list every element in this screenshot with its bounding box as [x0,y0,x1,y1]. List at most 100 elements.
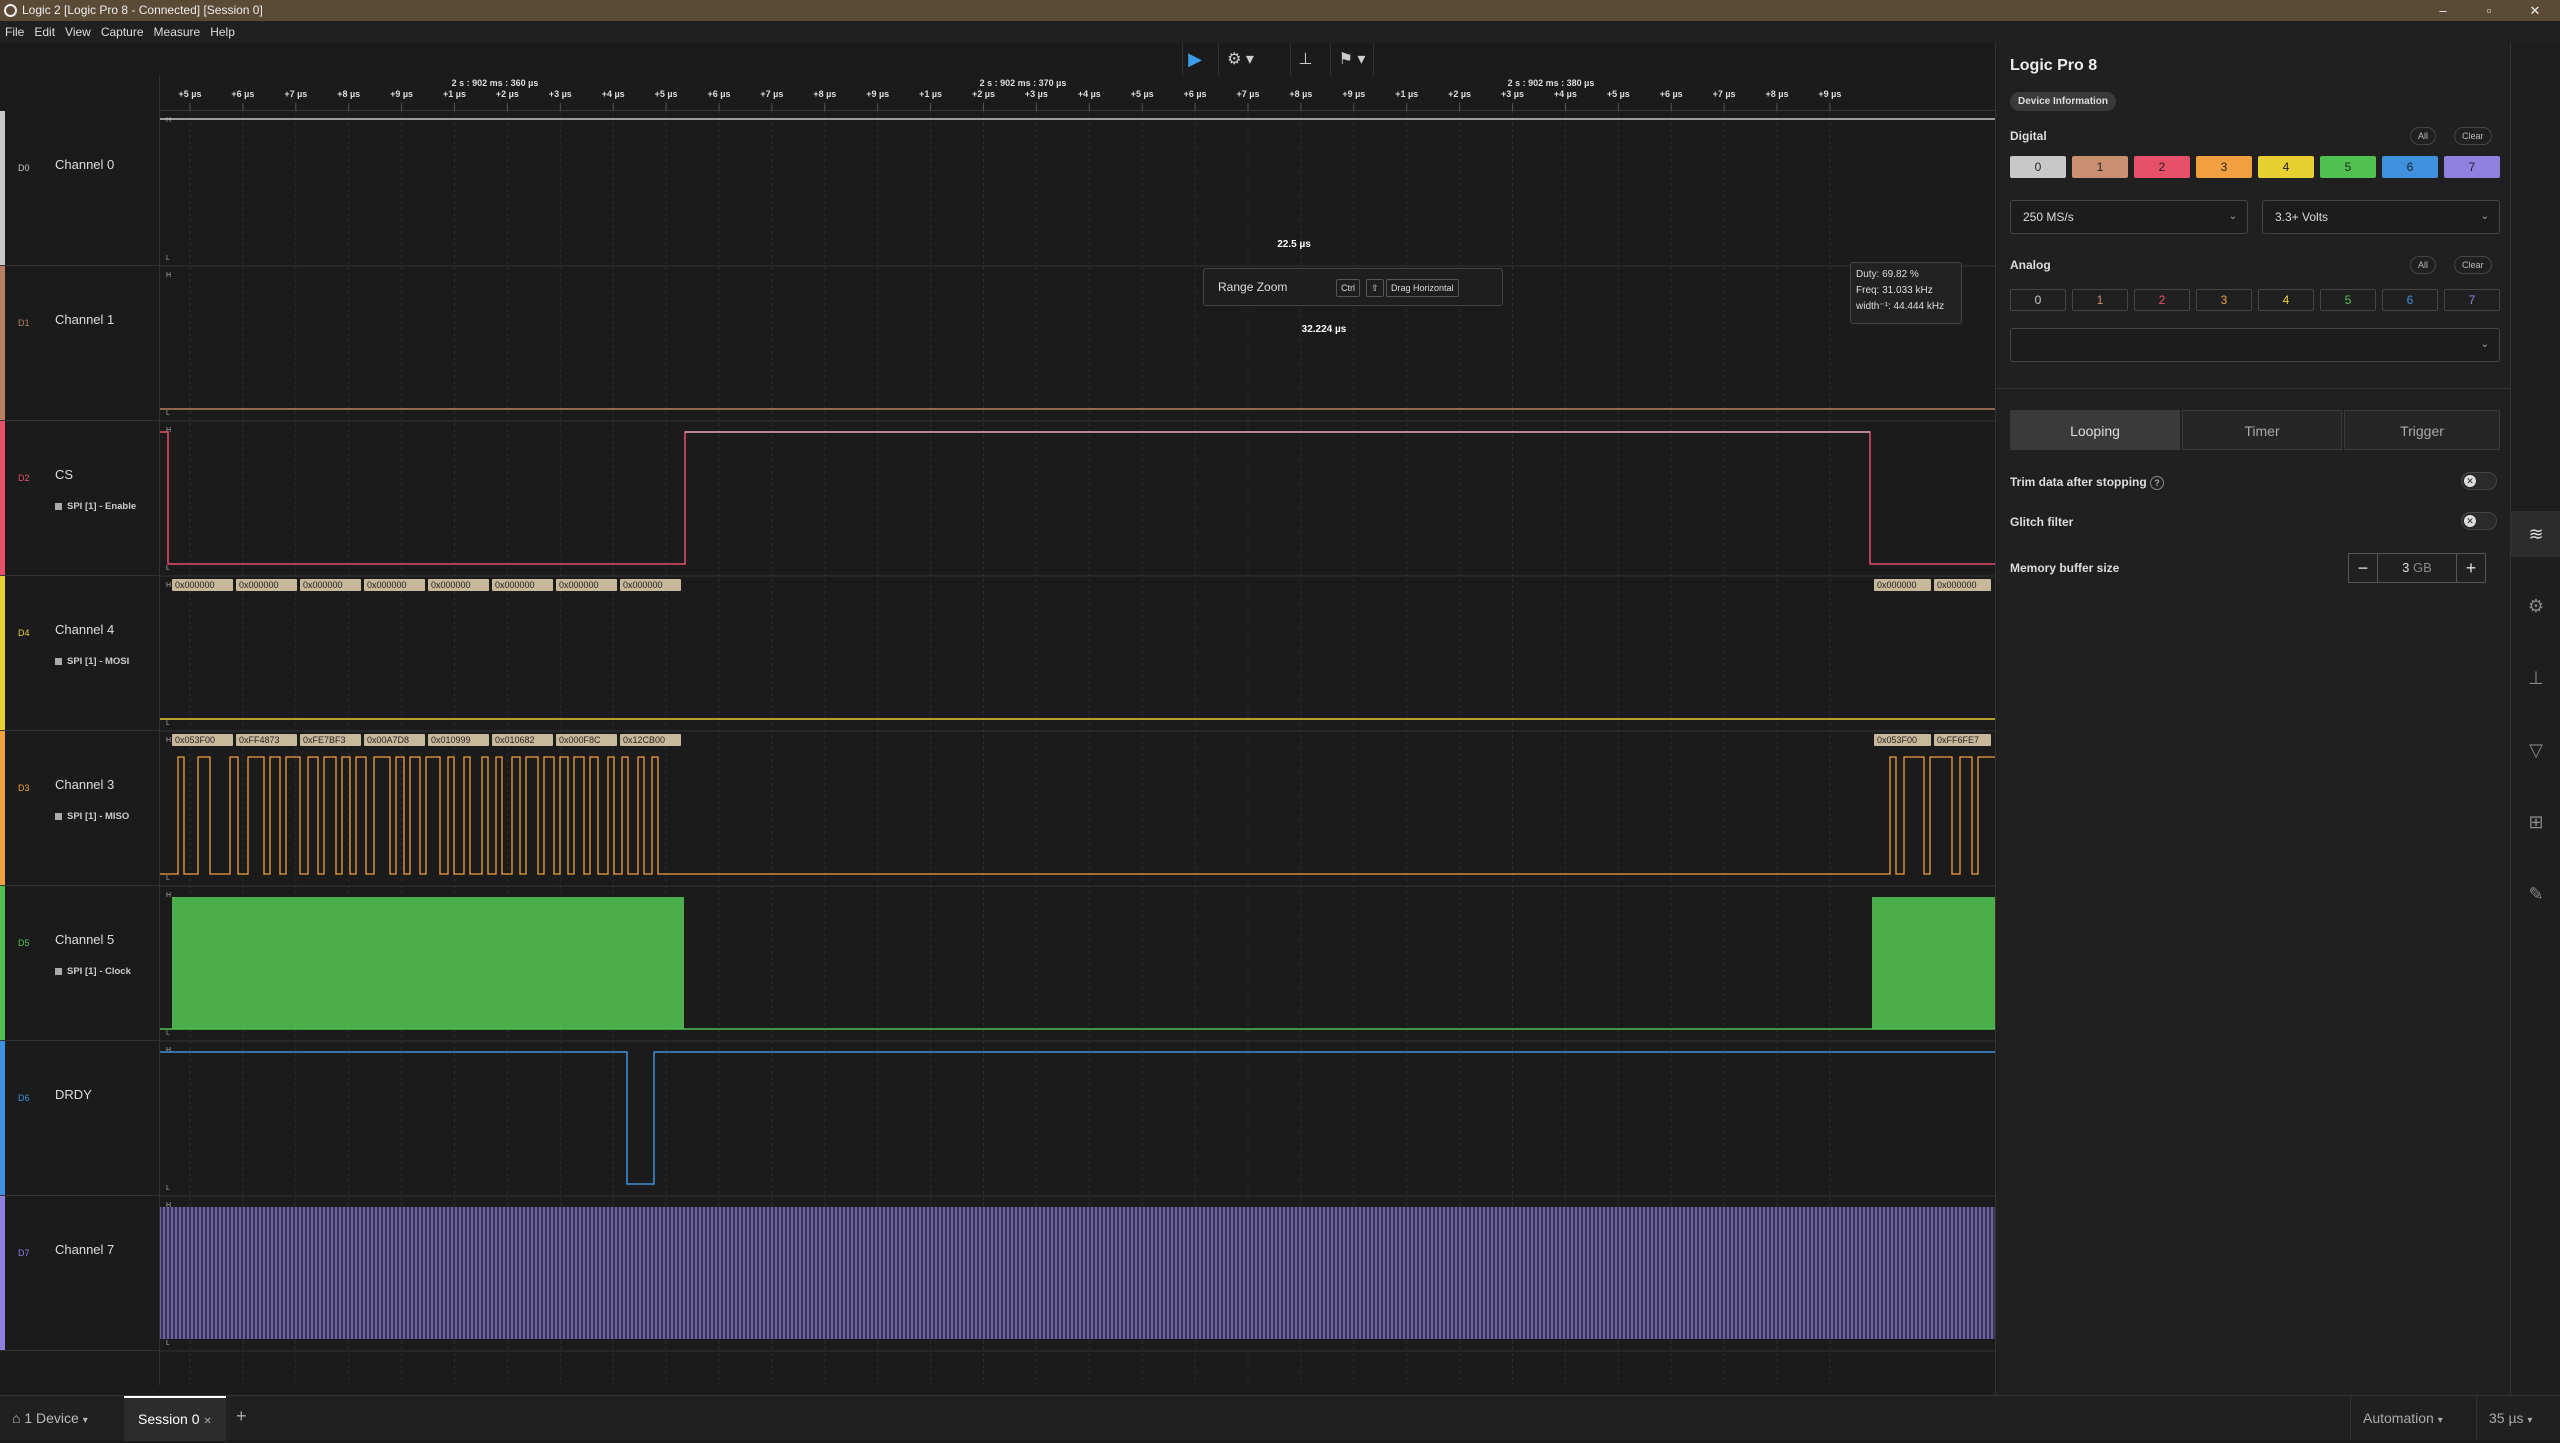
decoded-frame-value: 0x000000 [239,580,279,590]
tab-session-0[interactable]: Session 0 ✕ [124,1396,226,1441]
channel-name[interactable]: Channel 3 [55,777,114,792]
digital-clear-button[interactable]: Clear [2454,127,2492,145]
channel-number: D7 [18,1248,30,1258]
device-settings-tab[interactable]: ≋ [2511,511,2560,557]
analog-label: Analog [2010,258,2051,272]
menu-help[interactable]: Help [205,25,240,39]
timing-marker-button[interactable]: ⊥ [1290,43,1320,75]
analog-channel-chip[interactable]: 1 [2072,289,2128,311]
voltage-select[interactable]: 3.3+ Volts ⌄ [2262,200,2500,234]
ruler-tick-label: +9 µs [390,89,413,99]
device-information-button[interactable]: Device Information [2010,92,2117,111]
channel-number: D0 [18,163,30,173]
trim-data-toggle[interactable]: ✕ [2461,472,2497,490]
channel-name[interactable]: DRDY [55,1087,92,1102]
menu-view[interactable]: View [60,25,96,39]
menu-capture[interactable]: Capture [96,25,149,39]
ruler-tick-label: +5 µs [655,89,678,99]
digital-channel-chip[interactable]: 2 [2134,156,2190,178]
ruler-tick-label: +4 µs [1078,89,1101,99]
channel-row-label[interactable]: D5 Channel 5 SPI [1] - Clock [0,886,160,1041]
close-button[interactable]: ✕ [2512,0,2558,21]
right-sidebar: ≋ ⚙ ⊥ ▽ ⊞ ✎ [2510,43,2560,1395]
menu-measure[interactable]: Measure [149,25,206,39]
notes-tab[interactable]: ✎ [2511,871,2560,917]
analyzers-tab[interactable]: ⚙ [2511,583,2560,629]
memory-decrease-button[interactable]: − [2348,553,2378,583]
channel-row-label[interactable]: D7 Channel 7 [0,1196,160,1351]
digital-channel-chip[interactable]: 7 [2444,156,2500,178]
analog-channel-chip[interactable]: 5 [2320,289,2376,311]
digital-all-button[interactable]: All [2410,127,2437,145]
ruler-tick-label: +9 µs [1818,89,1841,99]
analog-all-button[interactable]: All [2410,256,2437,274]
menu-edit[interactable]: Edit [29,25,60,39]
waveform-view[interactable]: H L H L H L H L H L H L H L H L 0x000000 0x000000 0x000000… [159,111,1995,1385]
analog-channel-chip[interactable]: 6 [2382,289,2438,311]
digital-channel-chip[interactable]: 1 [2072,156,2128,178]
channel-row-label[interactable]: D2 CS SPI [1] - Enable [0,421,160,576]
automation-selector[interactable]: Automation ▾ [2350,1396,2455,1441]
zoom-selector[interactable]: 35 µs ▾ [2476,1396,2544,1441]
channel-number: D5 [18,938,30,948]
digital-channel-chip[interactable]: 3 [2196,156,2252,178]
device-selector[interactable]: ⌂ 1 Device ▾ [12,1410,88,1426]
memory-increase-button[interactable]: + [2456,553,2486,583]
chevron-down-icon: ⌄ [2228,211,2237,222]
channel-name[interactable]: Channel 7 [55,1242,114,1257]
decoded-frame: 0x000000 [556,579,617,591]
help-icon[interactable]: ? [2150,476,2165,490]
decoded-frame-value: 0xFE7BF3 [303,735,346,745]
annotations-tab[interactable]: ▽ [2511,727,2560,773]
capture-toolbar: ▶ ⚙ ▾ ⊥ ⚑ ▾ [0,43,1995,75]
digital-channel-chip[interactable]: 0 [2010,156,2066,178]
close-icon[interactable]: ✕ [203,1416,211,1427]
channel-row-label[interactable]: D0 Channel 0 [0,111,160,266]
channel-name[interactable]: CS [55,467,73,482]
start-capture-button[interactable]: ▶ [1182,43,1207,75]
channel-name[interactable]: Channel 5 [55,932,114,947]
tab-looping[interactable]: Looping [2010,410,2180,450]
digital-channel-chip[interactable]: 5 [2320,156,2376,178]
ruler-tick-label: +3 µs [1025,89,1048,99]
flag-icon: ⚑ ▾ [1338,51,1366,68]
analog-channel-chip[interactable]: 3 [2196,289,2252,311]
channel-name[interactable]: Channel 4 [55,622,114,637]
analog-clear-button[interactable]: Clear [2454,256,2492,274]
decoded-frame-value: 0x12CB00 [623,735,665,745]
extensions-tab[interactable]: ⊞ [2511,799,2560,845]
ruler-tick-label: +1 µs [443,89,466,99]
freq-text: Freq: 31.033 kHz [1856,285,1933,296]
sample-rate-value: 250 MS/s [2023,210,2074,224]
analog-channel-chip[interactable]: 4 [2258,289,2314,311]
time-ruler[interactable]: +5 µs +6 µs +7 µs +8 µs +9 µs +1 µs +2 µs +3 µs… [160,75,1995,111]
analog-rate-select[interactable]: ⌄ [2010,328,2500,362]
decoded-frame-value: 0x000000 [303,580,343,590]
channel-row-label[interactable]: D1 Channel 1 [0,266,160,421]
channel-name[interactable]: Channel 0 [55,157,114,172]
trigger-settings-button[interactable]: ⚙ ▾ [1218,43,1262,75]
analog-channel-chip[interactable]: 7 [2444,289,2500,311]
sample-rate-select[interactable]: 250 MS/s ⌄ [2010,200,2248,234]
tab-timer[interactable]: Timer [2182,410,2342,450]
glitch-filter-toggle[interactable]: ✕ [2461,512,2497,530]
add-session-button[interactable]: + [236,1406,247,1427]
analog-channel-chip[interactable]: 2 [2134,289,2190,311]
channel-row-label[interactable]: D3 Channel 3 SPI [1] - MISO [0,731,160,886]
ruler-svg: +5 µs +6 µs +7 µs +8 µs +9 µs +1 µs +2 µs +3 µs… [179,78,1841,111]
device-count: 1 Device [24,1410,79,1426]
maximize-button[interactable]: ▫ [2466,0,2512,21]
trim-data-label: Trim data after stopping ? [2010,475,2165,490]
channel-row-label[interactable]: D6 DRDY [0,1041,160,1196]
flag-button[interactable]: ⚑ ▾ [1330,43,1374,75]
digital-channel-chip[interactable]: 6 [2382,156,2438,178]
channel-row-label[interactable]: D4 Channel 4 SPI [1] - MOSI [0,576,160,731]
digital-channel-chip[interactable]: 4 [2258,156,2314,178]
menu-file[interactable]: File [0,25,29,39]
memory-buffer-field[interactable]: 3 GB [2378,553,2456,583]
channel-name[interactable]: Channel 1 [55,312,114,327]
minimize-button[interactable]: – [2420,0,2466,21]
timing-markers-tab[interactable]: ⊥ [2511,655,2560,701]
analog-channel-chip[interactable]: 0 [2010,289,2066,311]
tab-trigger[interactable]: Trigger [2344,410,2500,450]
